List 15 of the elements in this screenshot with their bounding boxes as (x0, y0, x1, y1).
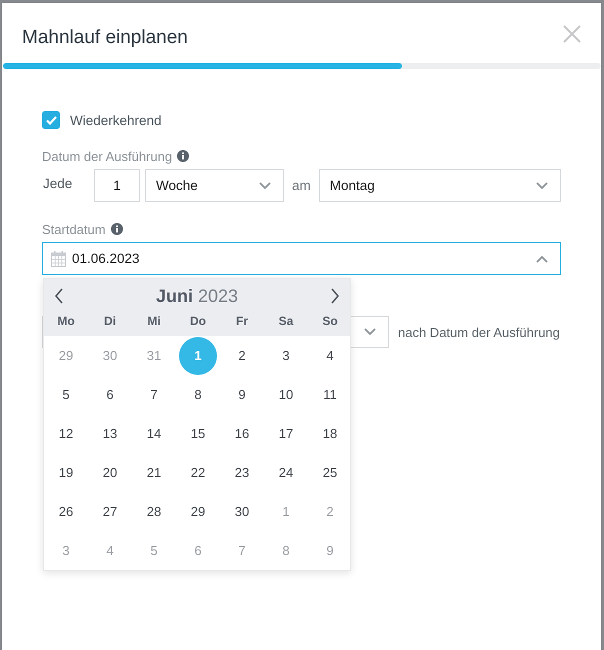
weekday-label: So (321, 313, 339, 330)
suffix-label: nach Datum der Ausführung (398, 324, 560, 340)
weekday-label: Do (189, 313, 207, 330)
weekday-label: Mi (146, 313, 162, 330)
connector-label: am (292, 178, 311, 193)
weekday-label: Mo (56, 313, 76, 330)
field-label: Startdatum (42, 222, 106, 236)
prefix-label: Jede (42, 176, 74, 191)
weekday-label: Sa (278, 313, 294, 330)
weekday-label: Di (103, 313, 117, 330)
weekday-label: Fr (235, 313, 249, 330)
field-label: Datum der Ausführung (42, 148, 172, 164)
month-title: Juni 2023 (156, 286, 238, 306)
checkbox-label: Wiederkehrend (70, 112, 162, 128)
dialog-title: Mahnlauf einplanen (22, 27, 188, 49)
